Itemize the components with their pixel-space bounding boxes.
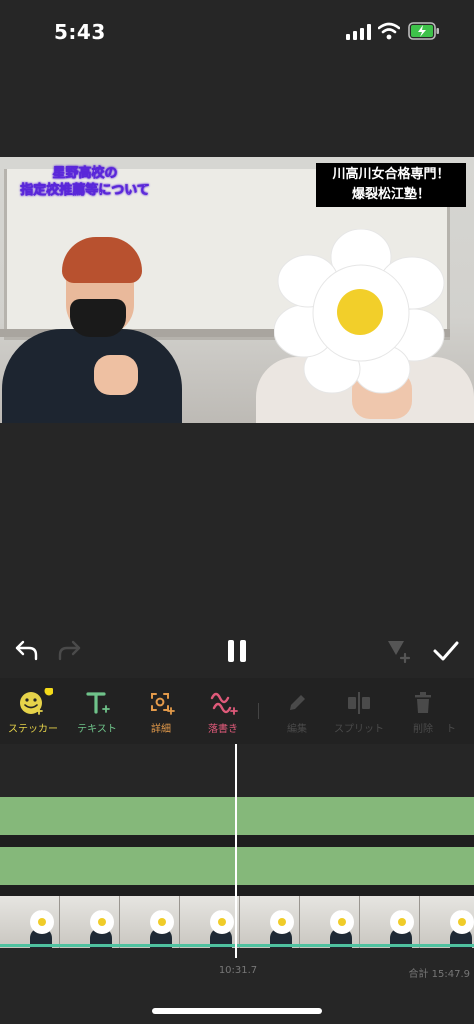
tool-text-label: テキスト (77, 724, 117, 735)
confirm-check-button[interactable] (432, 638, 460, 664)
total-duration: 合計 15:47.9 (408, 969, 470, 980)
cellular-signal-icon (346, 24, 371, 40)
filmstrip-frame (420, 896, 474, 948)
scribble-icon (210, 692, 238, 715)
caption-left-line1: 星野高校の (52, 166, 118, 182)
video-filmstrip[interactable] (0, 896, 474, 948)
overlay-track-2[interactable] (0, 847, 474, 885)
detail-icon (151, 693, 175, 715)
tool-sticker-label: ステッカー (8, 724, 58, 735)
filmstrip-frame (300, 896, 360, 948)
timeline[interactable] (0, 744, 474, 984)
wifi-icon (378, 22, 400, 40)
video-preview[interactable]: 星野高校の 指定校推薦等について 川高川女合格専門！ 爆裂松江塾！ (0, 157, 474, 423)
tool-sticker[interactable]: ステッカー (0, 688, 66, 735)
tool-next[interactable]: ト (446, 688, 474, 735)
tool-detail-label: 詳細 (151, 724, 171, 735)
caption-left-line2: 指定校推薦等について (20, 183, 150, 199)
person-left-hands (94, 355, 138, 395)
redo-icon[interactable] (56, 638, 82, 662)
filmstrip-frame (60, 896, 120, 948)
tool-edit-label: 編集 (287, 724, 307, 735)
undo-icon[interactable] (14, 638, 40, 662)
split-icon (348, 692, 370, 714)
tool-edit[interactable]: 編集 (264, 688, 330, 735)
pencil-icon (290, 695, 305, 710)
filmstrip-frame (240, 896, 300, 948)
tool-text[interactable]: テキスト (64, 688, 130, 735)
battery-charging-icon (408, 22, 439, 40)
tool-next-label: ト (446, 724, 456, 735)
effect-add-icon[interactable] (386, 638, 412, 664)
overlay-track-1[interactable] (0, 797, 474, 835)
filmstrip-frame (120, 896, 180, 948)
tool-scribble-label: 落書き (208, 724, 238, 735)
person-left-body (2, 329, 182, 423)
status-time: 5:43 (54, 20, 106, 44)
pause-button[interactable] (224, 638, 250, 664)
caption-left[interactable]: 星野高校の 指定校推薦等について (0, 165, 170, 199)
caption-right-line1: 川高川女合格専門！ (332, 167, 450, 182)
filmstrip-frame (360, 896, 420, 948)
home-indicator[interactable] (152, 1008, 322, 1014)
filmstrip-frame (0, 896, 60, 948)
toolbar-divider (258, 703, 259, 719)
tool-split-label: スプリット (334, 724, 384, 735)
sticker-icon (20, 688, 53, 715)
filmstrip-frame (180, 896, 240, 948)
tool-split[interactable]: スプリット (326, 688, 392, 735)
face-mask (70, 299, 126, 337)
tool-scribble[interactable]: 落書き (190, 688, 256, 735)
playhead[interactable] (235, 744, 237, 958)
text-icon (86, 692, 110, 714)
track-gap (0, 835, 474, 847)
trash-icon (415, 692, 431, 713)
caption-right-line2: 爆裂松江塾！ (351, 187, 430, 202)
flower-center (337, 289, 383, 335)
caption-right[interactable]: 川高川女合格専門！ 爆裂松江塾！ (316, 163, 466, 207)
tool-detail[interactable]: 詳細 (128, 688, 194, 735)
audio-waveform-line (0, 944, 474, 947)
current-time: 10:31.7 (218, 965, 258, 976)
